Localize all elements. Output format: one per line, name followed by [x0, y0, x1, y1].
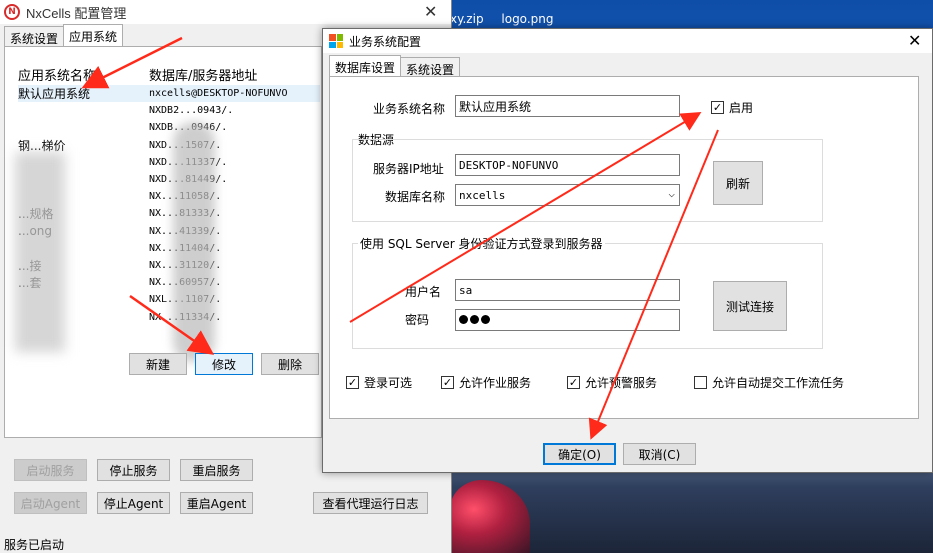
redaction-blur: [15, 152, 65, 352]
server-ip-input[interactable]: DESKTOP-NOFUNVO: [455, 154, 680, 176]
list-item-name: 默认应用系统: [18, 87, 91, 102]
chevron-down-icon[interactable]: ⌵: [668, 187, 675, 200]
business-system-config-dialog: 业务系统配置 ✕ 数据库设置 系统设置 业务系统名称 默认应用系统 ✓ 启用 数…: [322, 28, 933, 473]
edit-button[interactable]: 修改: [195, 353, 253, 375]
list-item[interactable]: 默认应用系统 nxcells@DESKTOP-NOFUNVO: [18, 85, 320, 103]
list-item[interactable]: NXDB2...0943/.: [18, 102, 320, 119]
option-checkbox-label: 允许自动提交工作流任务: [712, 376, 845, 390]
stop-service-button[interactable]: 停止服务: [97, 459, 170, 481]
list-item-address: nxcells@DESKTOP-NOFUNVO: [149, 88, 288, 100]
option-checkbox[interactable]: 允许自动提交工作流任务: [694, 374, 844, 391]
db-name-label: 数据库名称: [385, 190, 446, 204]
list-item-address: NXDB2...0943/.: [149, 105, 234, 117]
enabled-label: 启用: [729, 101, 754, 115]
list-item[interactable]: NXDB...0946/.: [18, 119, 320, 136]
password-dots: [459, 314, 492, 327]
db-name-select[interactable]: nxcells ⌵: [455, 184, 680, 206]
enabled-checkbox[interactable]: ✓ 启用: [711, 99, 753, 116]
main-close-icon[interactable]: ✕: [424, 2, 437, 21]
password-label: 密码: [405, 313, 430, 327]
restart-agent-button[interactable]: 重启Agent: [180, 492, 253, 514]
username-label: 用户名: [405, 285, 442, 299]
option-checkbox[interactable]: ✓ 允许预警服务: [567, 374, 657, 391]
refresh-button[interactable]: 刷新: [713, 161, 763, 205]
option-checkbox-label: 登录可选: [364, 376, 413, 390]
view-agent-log-button[interactable]: 查看代理运行日志: [313, 492, 428, 514]
desktop-icon-zip[interactable]: xy.zip: [450, 12, 484, 26]
restart-service-button[interactable]: 重启服务: [180, 459, 253, 481]
system-name-label: 业务系统名称: [373, 102, 446, 116]
column-header-name[interactable]: 应用系统名称: [18, 65, 149, 84]
option-checkbox-box[interactable]: ✓: [441, 376, 454, 389]
application-list-panel: 应用系统名称 数据库/服务器地址 默认应用系统 nxcells@DESKTOP-N…: [4, 46, 322, 438]
option-checkbox[interactable]: ✓ 允许作业服务: [441, 374, 531, 391]
username-input[interactable]: sa: [455, 279, 680, 301]
column-header-address[interactable]: 数据库/服务器地址: [149, 65, 257, 84]
main-window-title: NxCells 配置管理: [26, 5, 127, 21]
system-name-input[interactable]: 默认应用系统: [455, 95, 680, 117]
new-button[interactable]: 新建: [129, 353, 187, 375]
status-bar-text: 服务已启动: [4, 538, 65, 552]
option-checkbox-label: 允许预警服务: [585, 376, 658, 390]
dialog-title: 业务系统配置: [349, 34, 422, 49]
main-title-bar[interactable]: N NxCells 配置管理 ✕: [0, 0, 451, 24]
cancel-button[interactable]: 取消(C): [623, 443, 696, 465]
option-checkbox-box[interactable]: [694, 376, 707, 389]
database-settings-panel: 业务系统名称 默认应用系统 ✓ 启用 数据源 服务器IP地址 DESKTOP-N…: [329, 76, 919, 419]
stop-agent-button[interactable]: 停止Agent: [97, 492, 170, 514]
option-checkbox-box[interactable]: ✓: [567, 376, 580, 389]
test-connection-button[interactable]: 测试连接: [713, 281, 787, 331]
db-name-value: nxcells: [459, 188, 506, 202]
desktop-icon-png[interactable]: logo.png: [501, 12, 553, 26]
dialog-title-bar[interactable]: 业务系统配置 ✕: [323, 29, 932, 53]
redaction-blur: [173, 122, 215, 362]
auth-group-label: 使用 SQL Server 身份验证方式登录到服务器: [358, 235, 605, 252]
option-checkbox-box[interactable]: ✓: [346, 376, 359, 389]
desktop-icons: xy.zip logo.png: [450, 12, 567, 26]
password-dot: [459, 314, 468, 324]
list-header: 应用系统名称 数据库/服务器地址: [18, 65, 318, 84]
option-checkbox[interactable]: ✓ 登录可选: [346, 374, 412, 391]
ok-button[interactable]: 确定(O): [543, 443, 616, 465]
password-dot: [470, 314, 479, 324]
dialog-close-icon[interactable]: ✕: [908, 31, 921, 50]
start-service-button[interactable]: 启动服务: [14, 459, 87, 481]
delete-button[interactable]: 删除: [261, 353, 319, 375]
start-agent-button[interactable]: 启动Agent: [14, 492, 87, 514]
password-dot: [481, 314, 490, 324]
option-checkbox-label: 允许作业服务: [459, 376, 532, 390]
windows-app-icon: [329, 34, 343, 48]
password-input[interactable]: [455, 309, 680, 331]
enabled-checkbox-box[interactable]: ✓: [711, 101, 724, 114]
nxcells-logo-icon: N: [4, 4, 20, 20]
server-ip-label: 服务器IP地址: [373, 162, 444, 176]
